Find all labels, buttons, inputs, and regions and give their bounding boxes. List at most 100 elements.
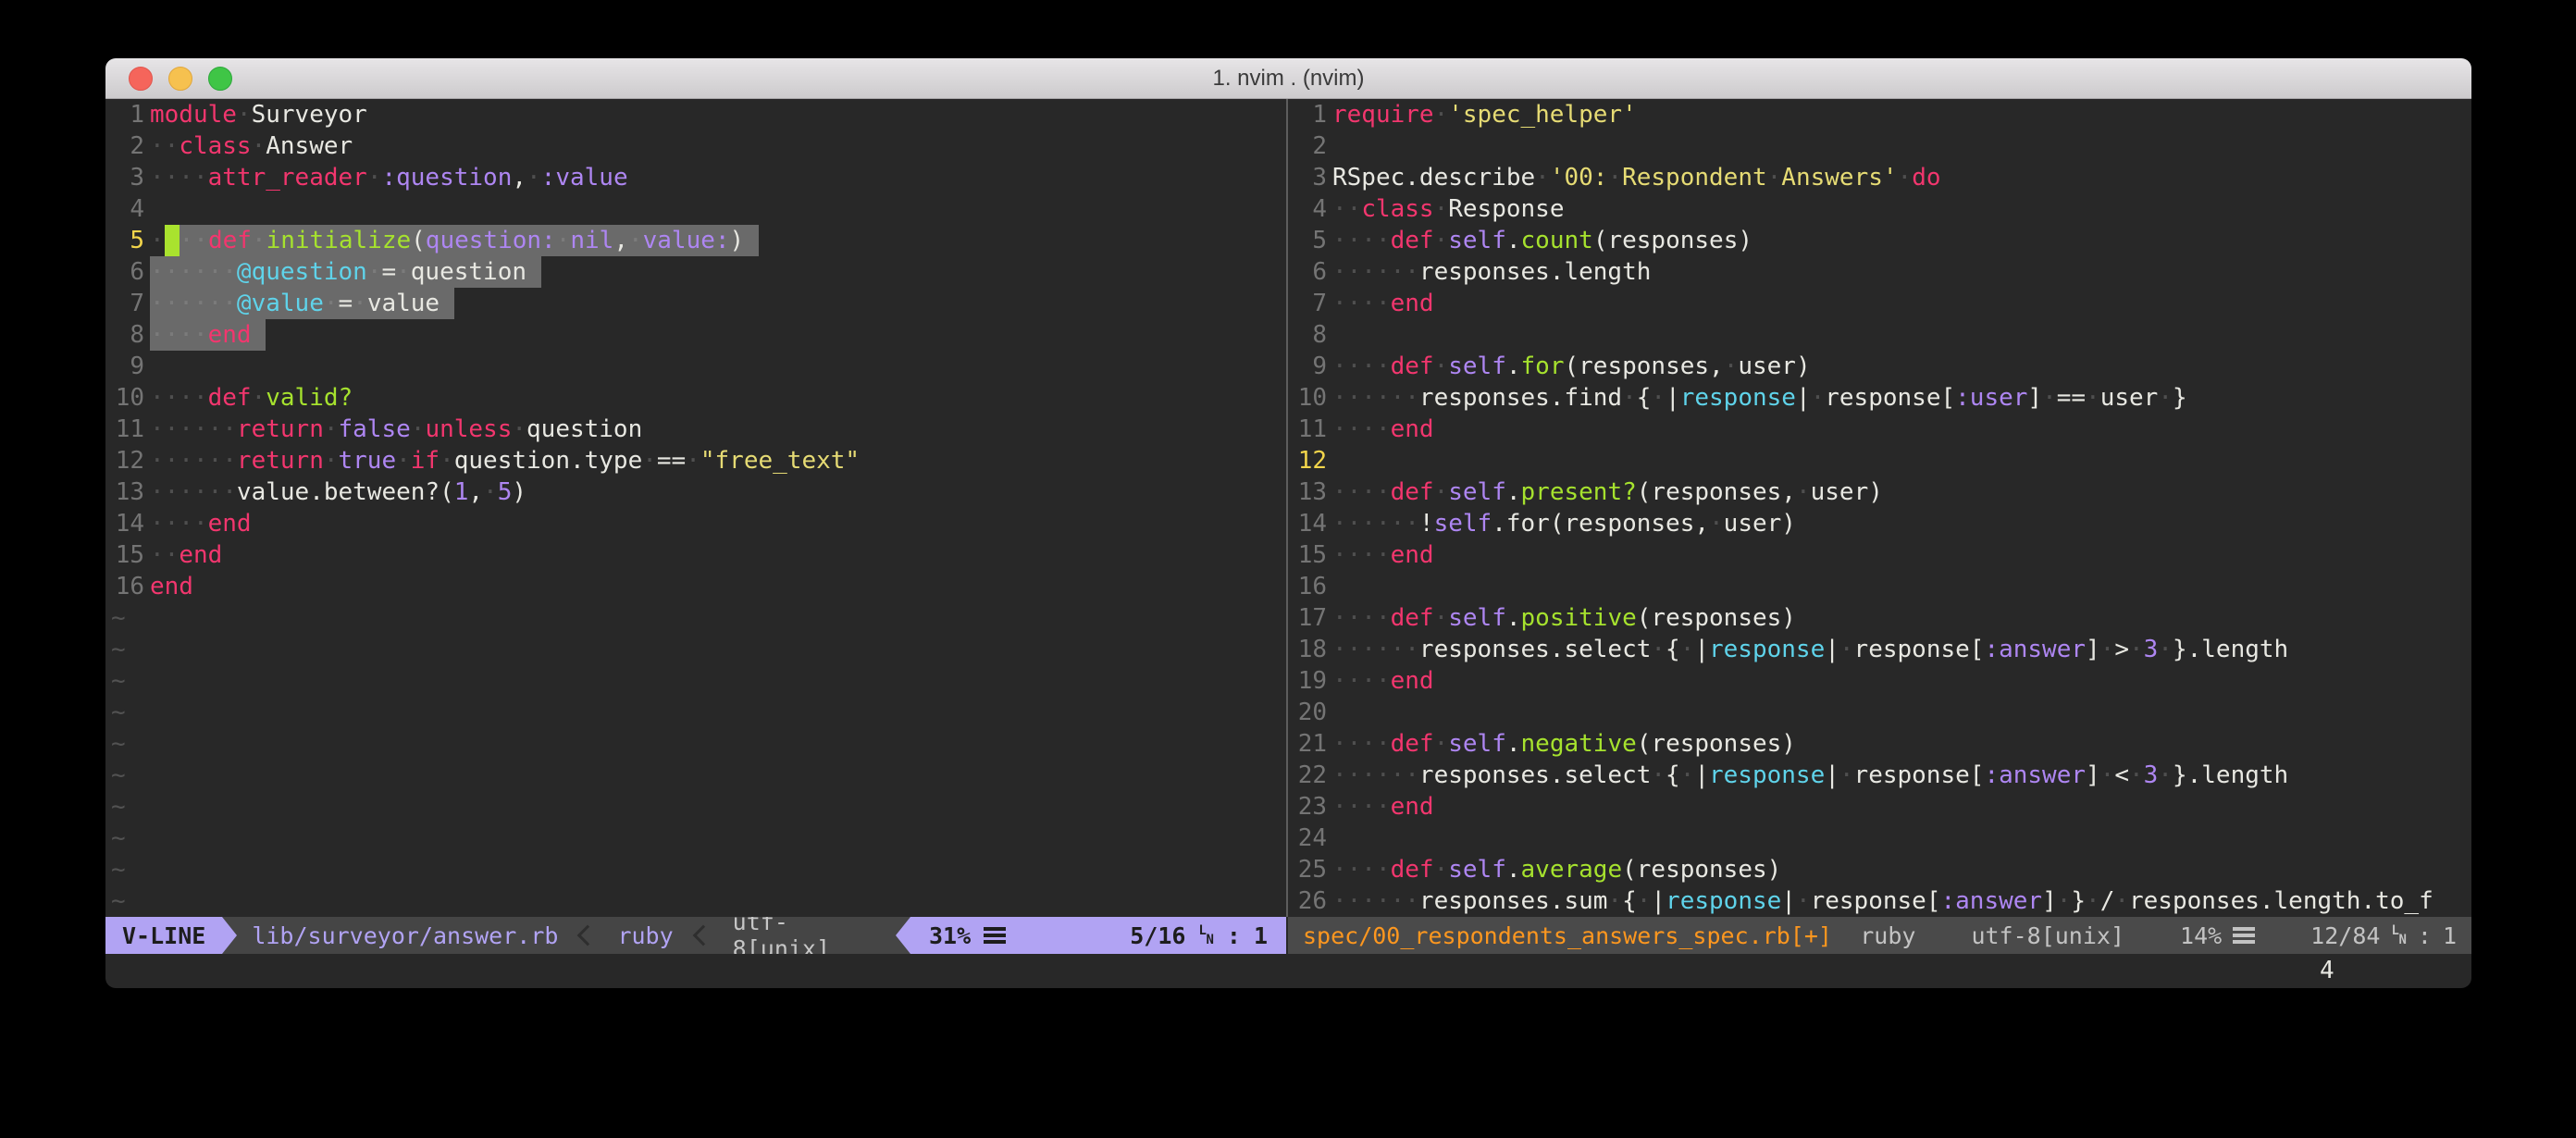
code-line[interactable]: 22······responses.select·{·|response|·re…	[1294, 760, 2471, 791]
code-line[interactable]: 13······value.between?(1,·5)	[111, 476, 1286, 508]
code-line[interactable]: 24	[1294, 823, 2471, 854]
code-line[interactable]: 8····end	[111, 319, 1286, 351]
code-text: ···def·initialize(question:·nil,·value:)	[150, 225, 759, 256]
tilde-marker: ~	[111, 791, 126, 823]
nvim-terminal: 1module·Surveyor2··class·Answer3····attr…	[105, 99, 2471, 988]
code-text: ··end	[150, 539, 222, 571]
code-line[interactable]: 10······responses.find·{·|response|·resp…	[1294, 382, 2471, 414]
close-button[interactable]	[129, 67, 153, 91]
code-line[interactable]: 9	[111, 351, 1286, 382]
tilde-marker: ~	[111, 728, 126, 760]
filler-line: ~	[111, 728, 1286, 760]
code-line[interactable]: 1require·'spec_helper'	[1294, 99, 2471, 130]
line-number: 8	[1294, 319, 1327, 351]
line-number: 8	[111, 319, 144, 351]
code-line[interactable]: 25····def·self.average(responses)	[1294, 854, 2471, 885]
code-line[interactable]: 1module·Surveyor	[111, 99, 1286, 130]
minimize-button[interactable]	[168, 67, 192, 91]
code-line[interactable]: 7····end	[1294, 288, 2471, 319]
code-line[interactable]: 9····def·self.for(responses,·user)	[1294, 351, 2471, 382]
filler-line: ~	[111, 697, 1286, 728]
code-line[interactable]: 3RSpec.describe·'00:·Respondent·Answers'…	[1294, 162, 2471, 193]
line-number: 17	[1294, 602, 1327, 634]
code-line[interactable]: 3····attr_reader·:question,·:value	[111, 162, 1286, 193]
filler-line: ~	[111, 760, 1286, 791]
column-separator: :	[2418, 922, 2432, 949]
code-text: ····def·self.positive(responses)	[1332, 602, 1796, 634]
line-number: 4	[111, 193, 144, 225]
code-text: end	[150, 571, 193, 602]
code-text: ····end	[1332, 665, 1434, 697]
line-number-glyph-icon: LN	[2391, 926, 2406, 945]
lines-icon	[2233, 927, 2255, 944]
window-titlebar[interactable]: 1. nvim . (nvim)	[105, 58, 2471, 99]
code-text: ······responses.find·{·|response|·respon…	[1332, 382, 2187, 414]
code-line[interactable]: 6······responses.length	[1294, 256, 2471, 288]
code-line[interactable]: 8	[1294, 319, 2471, 351]
zoom-button[interactable]	[208, 67, 232, 91]
code-line[interactable]: 5···def·initialize(question:·nil,·value:…	[111, 225, 1286, 256]
line-number: 14	[1294, 508, 1327, 539]
code-text: module·Surveyor	[150, 99, 367, 130]
code-text: ······@value·=·value	[150, 288, 454, 319]
code-line[interactable]: 2··class·Answer	[111, 130, 1286, 162]
code-line[interactable]: 15····end	[1294, 539, 2471, 571]
code-line[interactable]: 11······return·false·unless·question	[111, 414, 1286, 445]
code-line[interactable]: 6······@question·=·question	[111, 256, 1286, 288]
line-number: 12	[111, 445, 144, 476]
tilde-marker: ~	[111, 760, 126, 791]
code-line[interactable]: 26······responses.sum·{·|response|·respo…	[1294, 885, 2471, 917]
code-line[interactable]: 14······!self.for(responses,·user)	[1294, 508, 2471, 539]
code-line[interactable]: 4··class·Response	[1294, 193, 2471, 225]
code-line[interactable]: 14····end	[111, 508, 1286, 539]
line-number: 7	[1294, 288, 1327, 319]
tilde-marker: ~	[111, 634, 126, 665]
code-line[interactable]: 20	[1294, 697, 2471, 728]
line-number: 15	[111, 539, 144, 571]
code-line[interactable]: 13····def·self.present?(responses,·user)	[1294, 476, 2471, 508]
code-line[interactable]: 16end	[111, 571, 1286, 602]
editor-pane-left[interactable]: 1module·Surveyor2··class·Answer3····attr…	[105, 99, 1286, 917]
code-line[interactable]: 10····def·valid?	[111, 382, 1286, 414]
code-line[interactable]: 21····def·self.negative(responses)	[1294, 728, 2471, 760]
line-number: 2	[111, 130, 144, 162]
filler-line: ~	[111, 665, 1286, 697]
code-line[interactable]: 12······return·true·if·question.type·==·…	[111, 445, 1286, 476]
editor-content: 1module·Surveyor2··class·Answer3····attr…	[105, 99, 2471, 917]
code-line[interactable]: 23····end	[1294, 791, 2471, 823]
line-number: 9	[1294, 351, 1327, 382]
code-line[interactable]: 16	[1294, 571, 2471, 602]
code-line[interactable]: 18······responses.select·{·|response|·re…	[1294, 634, 2471, 665]
line-number: 2	[1294, 130, 1327, 162]
code-text: ······responses.length	[1332, 256, 1651, 288]
code-line[interactable]: 2	[1294, 130, 2471, 162]
visual-selection: ··def·initialize(question:·nil,·value:)	[180, 225, 759, 256]
line-number: 10	[111, 382, 144, 414]
code-line[interactable]: 19····end	[1294, 665, 2471, 697]
line-number: 21	[1294, 728, 1327, 760]
command-line[interactable]: 4	[105, 954, 2471, 988]
powerline-arrow-icon	[896, 917, 910, 954]
statusline-file-segment: lib/surveyor/answer.rb ruby utf-8[unix]	[237, 917, 896, 954]
scroll-percent: 31%	[929, 922, 971, 949]
code-text: ····end	[1332, 791, 1434, 823]
code-line[interactable]: 15··end	[111, 539, 1286, 571]
code-text: ····end	[1332, 288, 1434, 319]
editor-pane-right[interactable]: 1require·'spec_helper'23RSpec.describe·'…	[1288, 99, 2471, 917]
code-text: require·'spec_helper'	[1332, 99, 1637, 130]
code-text: ····def·self.negative(responses)	[1332, 728, 1796, 760]
line-number: 15	[1294, 539, 1327, 571]
status-row: V-LINE lib/surveyor/answer.rb ruby utf-8…	[105, 917, 2471, 954]
line-number: 24	[1294, 823, 1327, 854]
tilde-marker: ~	[111, 854, 126, 885]
code-line[interactable]: 5····def·self.count(responses)	[1294, 225, 2471, 256]
code-text: ····def·self.average(responses)	[1332, 854, 1781, 885]
code-line[interactable]: 11····end	[1294, 414, 2471, 445]
code-line[interactable]: 4	[111, 193, 1286, 225]
code-line[interactable]: 17····def·self.positive(responses)	[1294, 602, 2471, 634]
chevron-left-icon	[692, 925, 713, 946]
traffic-lights	[129, 67, 232, 91]
code-line[interactable]: 12	[1294, 445, 2471, 476]
line-number: 14	[111, 508, 144, 539]
code-line[interactable]: 7······@value·=·value	[111, 288, 1286, 319]
